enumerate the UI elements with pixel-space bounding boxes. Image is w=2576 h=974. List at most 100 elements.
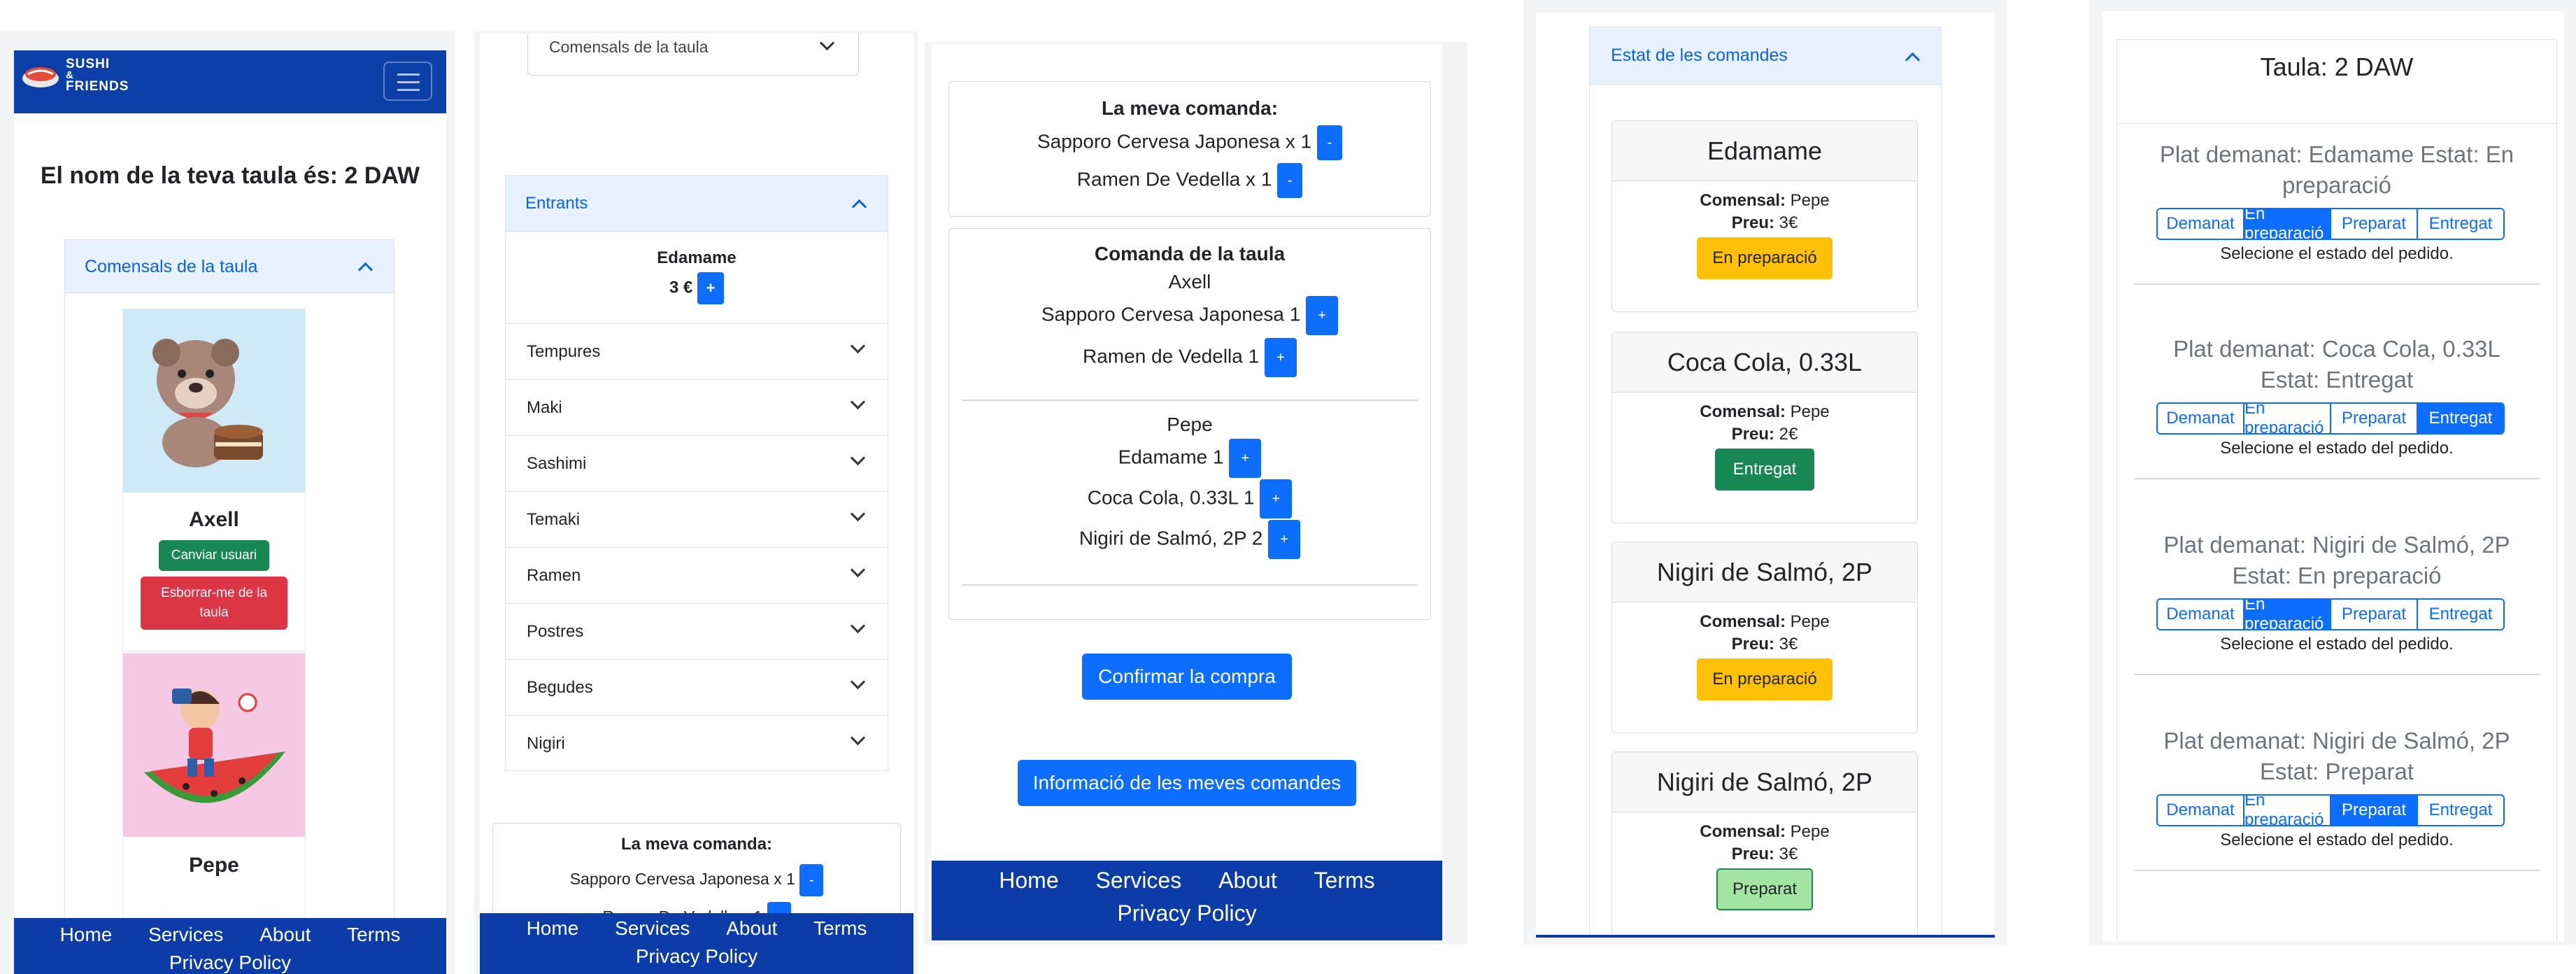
category-tempures[interactable]: Tempures	[506, 324, 888, 380]
add-item-button[interactable]: +	[1268, 520, 1301, 559]
diner-order-item: Nigiri de Salmó, 2P 2	[1079, 527, 1263, 549]
chevron-down-icon	[850, 675, 865, 691]
divider	[2134, 870, 2540, 871]
status-option-entregat[interactable]: Entregat	[2418, 209, 2503, 239]
kitchen-order: Plat demanat: Coca Cola, 0.33L Estat: En…	[2117, 334, 2556, 509]
divider	[2134, 674, 2540, 675]
category-label: Maki	[527, 398, 562, 417]
category-entrants-header[interactable]: Entrants	[506, 176, 888, 232]
category-label: Tempures	[527, 342, 601, 361]
category-postres[interactable]: Postres	[506, 604, 888, 660]
footer-link-about[interactable]: About	[259, 924, 311, 945]
diner-select[interactable]: Comensals de la taula	[527, 34, 859, 76]
footer-link-about[interactable]: About	[726, 917, 777, 939]
status-hint: Selecione el estado del pedido.	[2220, 244, 2454, 263]
sushi-icon	[22, 67, 59, 87]
footer-link-services[interactable]: Services	[1096, 868, 1182, 893]
status-option-en-preparacio[interactable]: En preparació	[2244, 209, 2331, 239]
footer-link-privacy[interactable]: Privacy Policy	[480, 945, 913, 968]
order-line-1: Plat demanat: Nigiri de Salmó, 2P	[2163, 728, 2510, 754]
diner-order-item: Edamame 1	[1118, 446, 1224, 468]
price-value: 3€	[1779, 213, 1798, 232]
status-selector: Demanat En preparació Preparat Entregat	[2156, 402, 2505, 435]
remove-item-button[interactable]: -	[1277, 163, 1303, 198]
my-order-item: Sapporo Cervesa Japonesa x 1	[569, 870, 795, 889]
status-hint: Selecione el estado del pedido.	[2220, 831, 2454, 849]
status-option-demanat[interactable]: Demanat	[2158, 209, 2244, 239]
footer-link-terms[interactable]: Terms	[813, 917, 867, 939]
status-option-en-preparacio[interactable]: En preparació	[2244, 404, 2331, 433]
chevron-down-icon	[850, 619, 865, 635]
category-temaki[interactable]: Temaki	[506, 492, 888, 548]
status-option-demanat[interactable]: Demanat	[2158, 404, 2244, 433]
avatar-bear	[123, 309, 305, 493]
remove-item-button[interactable]: -	[1317, 125, 1343, 160]
footer-link-services[interactable]: Services	[148, 924, 223, 945]
chevron-down-icon	[819, 36, 834, 52]
order-line-2: preparació	[2282, 172, 2391, 198]
footer-edge	[1536, 935, 1995, 938]
navbar-toggler[interactable]	[383, 62, 432, 101]
diners-accordion-header[interactable]: Comensals de la taula	[65, 240, 394, 293]
status-option-entregat[interactable]: Entregat	[2418, 600, 2503, 629]
avatar-watermelon	[123, 654, 305, 837]
footer-link-home[interactable]: Home	[60, 924, 113, 945]
status-option-en-preparacio[interactable]: En preparació	[2244, 796, 2331, 825]
table-order-title: Comanda de la taula	[1094, 243, 1286, 264]
footer-link-terms[interactable]: Terms	[1314, 868, 1375, 893]
add-item-button[interactable]: +	[1306, 296, 1339, 335]
remove-item-button[interactable]: -	[799, 864, 824, 896]
status-badge: En preparació	[1697, 237, 1833, 279]
diners-accordion-title: Comensals de la taula	[85, 257, 258, 276]
diner-value: Pepe	[1790, 612, 1830, 631]
brand-logo[interactable]: SUSHI & FRIENDS	[21, 57, 129, 94]
category-maki[interactable]: Maki	[506, 380, 888, 436]
status-option-entregat[interactable]: Entregat	[2418, 796, 2503, 825]
status-option-preparat[interactable]: Preparat	[2331, 404, 2418, 433]
footer-link-home[interactable]: Home	[527, 917, 579, 939]
add-item-button[interactable]: +	[1260, 479, 1293, 518]
my-order-title: La meva comanda:	[620, 835, 773, 854]
category-begudes[interactable]: Begudes	[506, 660, 888, 716]
my-order-item: Sapporo Cervesa Japonesa x 1	[1037, 130, 1312, 153]
diner-label: Comensal:	[1700, 402, 1786, 421]
footer-link-terms[interactable]: Terms	[347, 924, 400, 945]
category-sashimi[interactable]: Sashimi	[506, 436, 888, 492]
status-option-preparat[interactable]: Preparat	[2331, 600, 2418, 629]
add-item-button[interactable]: +	[697, 272, 725, 304]
status-option-demanat[interactable]: Demanat	[2158, 600, 2244, 629]
footer-link-home[interactable]: Home	[999, 868, 1058, 893]
order-info-button[interactable]: Informació de les meves comandes	[1018, 760, 1356, 806]
order-line-2: Estat: Preparat	[2259, 758, 2414, 784]
add-item-button[interactable]: +	[1229, 439, 1262, 478]
order-line-1: Plat demanat: Nigiri de Salmó, 2P	[2163, 532, 2510, 558]
status-option-demanat[interactable]: Demanat	[2158, 796, 2244, 825]
status-hint: Selecione el estado del pedido.	[2220, 439, 2454, 458]
status-option-preparat[interactable]: Preparat	[2331, 209, 2418, 239]
status-accordion-header[interactable]: Estat de les comandes	[1590, 27, 1941, 85]
price-value: 2€	[1779, 425, 1798, 444]
divider	[962, 584, 1418, 586]
status-badge: En preparació	[1697, 658, 1833, 700]
category-nigiri[interactable]: Nigiri	[506, 716, 888, 770]
remove-from-table-button[interactable]: Esborrar-me de la taula	[141, 577, 287, 630]
status-option-entregat[interactable]: Entregat	[2418, 404, 2503, 433]
footer-link-privacy[interactable]: Privacy Policy	[932, 901, 1442, 926]
category-ramen[interactable]: Ramen	[506, 548, 888, 604]
kitchen-order: Plat demanat: Nigiri de Salmó, 2P Estat:…	[2117, 726, 2556, 901]
footer-link-privacy[interactable]: Privacy Policy	[14, 952, 446, 974]
panel-menu: Comensals de la taula Entrants Edamame 3…	[480, 34, 913, 974]
status-option-preparat[interactable]: Preparat	[2331, 796, 2418, 825]
table-order-card: Comanda de la taula Axell Sapporo Cerves…	[948, 228, 1431, 620]
status-card-dish: Coca Cola, 0.33L	[1612, 332, 1917, 393]
menu-item-name: Edamame	[657, 248, 736, 267]
hamburger-icon	[397, 73, 420, 91]
status-option-en-preparacio[interactable]: En preparació	[2244, 600, 2331, 629]
footer-link-services[interactable]: Services	[615, 917, 690, 939]
status-selector: Demanat En preparació Preparat Entregat	[2156, 208, 2505, 240]
add-item-button[interactable]: +	[1264, 338, 1297, 377]
confirm-purchase-button[interactable]: Confirmar la compra	[1082, 654, 1292, 700]
change-user-button[interactable]: Canviar usuari	[159, 540, 269, 571]
footer-link-about[interactable]: About	[1218, 868, 1277, 893]
status-card-dish: Nigiri de Salmó, 2P	[1612, 542, 1917, 602]
